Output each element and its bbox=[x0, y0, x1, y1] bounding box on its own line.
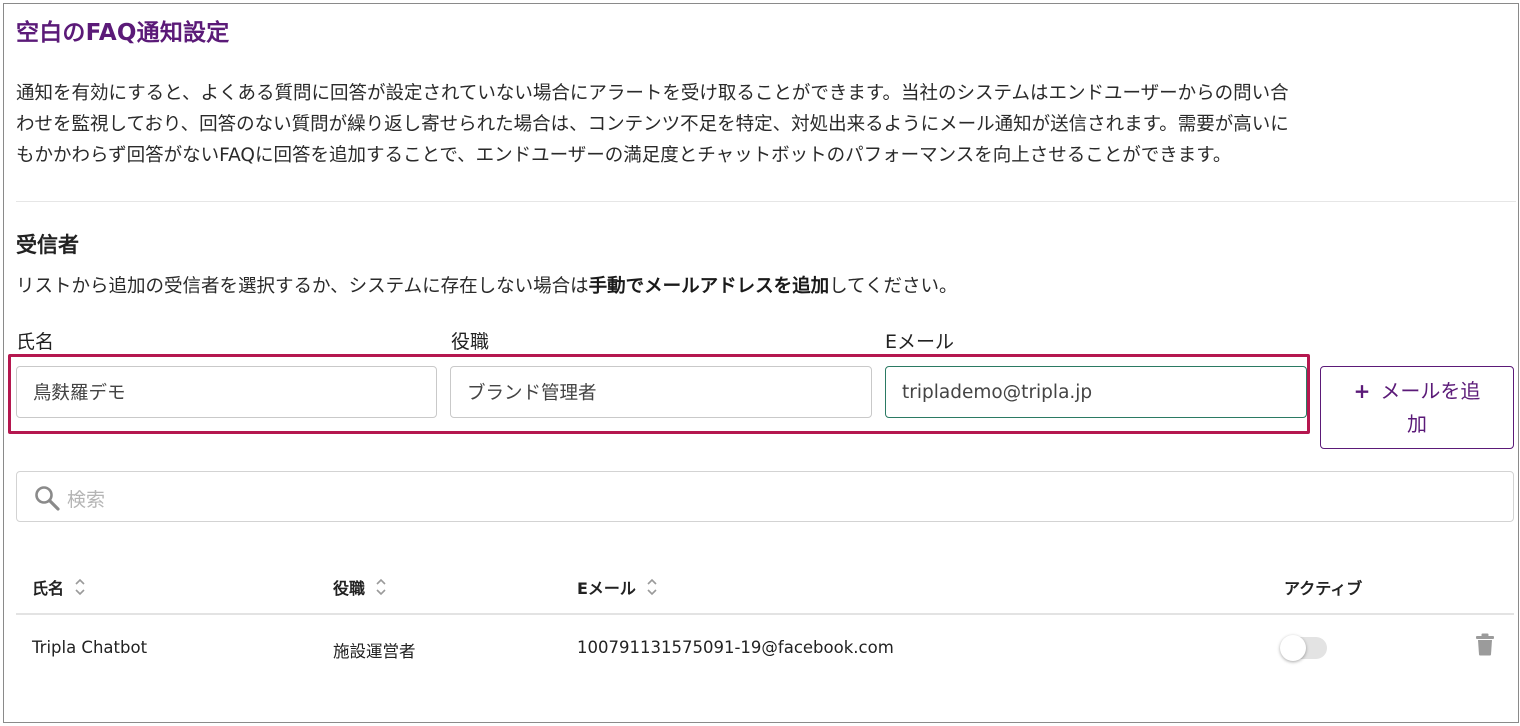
recipients-heading: 受信者 bbox=[16, 233, 79, 257]
sort-icon[interactable] bbox=[646, 576, 658, 598]
column-header-active-label: アクティブ bbox=[1284, 579, 1363, 598]
row-email-cell: 100791131575091-19@facebook.com bbox=[577, 638, 894, 657]
column-header-role[interactable]: 役職 bbox=[333, 575, 387, 599]
active-toggle[interactable] bbox=[1280, 635, 1327, 661]
page-title: 空白のFAQ通知設定 bbox=[16, 20, 230, 46]
column-header-name[interactable]: 氏名 bbox=[32, 575, 86, 599]
name-input[interactable]: 鳥麩羅デモ bbox=[16, 366, 437, 418]
instruction-text: リストから追加の受信者を選択するか、システムに存在しない場合は bbox=[16, 276, 589, 297]
description-line: わせを監視しており、回答のない質問が繰り返し寄せられた場合は、コンテンツ不足を特… bbox=[16, 114, 1289, 135]
add-email-button-label-cont: 加 bbox=[1407, 412, 1427, 436]
role-input-value: ブランド管理者 bbox=[467, 383, 597, 404]
sort-icon[interactable] bbox=[74, 576, 86, 598]
add-email-button-label: メールを追 bbox=[1380, 379, 1481, 403]
search-icon bbox=[35, 486, 60, 511]
email-input-value: tripla​demo@tripla.jp bbox=[902, 381, 1093, 403]
trash-icon[interactable] bbox=[1475, 633, 1495, 656]
email-input[interactable]: tripla​demo@tripla.jp bbox=[885, 366, 1307, 418]
description-line: 通知を有効にすると、よくある質問に回答が設定されていない場合にアラートを受け取る… bbox=[16, 83, 1289, 104]
plus-icon: + bbox=[1353, 379, 1371, 403]
page-description: 通知を有効にすると、よくある質問に回答が設定されていない場合にアラートを受け取る… bbox=[16, 78, 1506, 171]
column-header-email[interactable]: Eメール bbox=[577, 575, 658, 599]
section-divider bbox=[16, 201, 1516, 202]
column-header-email-label: Eメール bbox=[577, 579, 636, 598]
column-header-active: アクティブ bbox=[1284, 575, 1362, 599]
column-header-name-label: 氏名 bbox=[32, 579, 65, 598]
recipients-instruction: リストから追加の受信者を選択するか、システムに存在しない場合は手動でメールアドレ… bbox=[16, 272, 958, 298]
toggle-knob bbox=[1280, 635, 1306, 661]
name-input-value: 鳥麩羅デモ bbox=[33, 383, 126, 404]
search-field[interactable]: 検索 bbox=[16, 471, 1514, 522]
name-field-label: 氏名 bbox=[16, 331, 55, 353]
row-role-cell: 施設運営者 bbox=[333, 642, 416, 661]
description-line: もかかわらず回答がないFAQに回答を追加することで、エンドユーザーの満足度とチャ… bbox=[16, 145, 1232, 166]
add-email-button[interactable]: + メールを追 加 bbox=[1320, 366, 1514, 449]
instruction-emphasis: 手動でメールアドレスを追加 bbox=[588, 276, 830, 297]
role-field-label: 役職 bbox=[451, 331, 490, 353]
table-header-divider bbox=[16, 613, 1514, 615]
column-header-role-label: 役職 bbox=[333, 579, 366, 598]
sort-icon[interactable] bbox=[375, 576, 387, 598]
search-placeholder: 検索 bbox=[67, 489, 106, 511]
row-name-cell: Tripla Chatbot bbox=[32, 638, 148, 657]
role-input[interactable]: ブランド管理者 bbox=[450, 366, 872, 418]
instruction-text-end: してください。 bbox=[829, 276, 958, 297]
email-field-label: Eメール bbox=[885, 331, 955, 353]
